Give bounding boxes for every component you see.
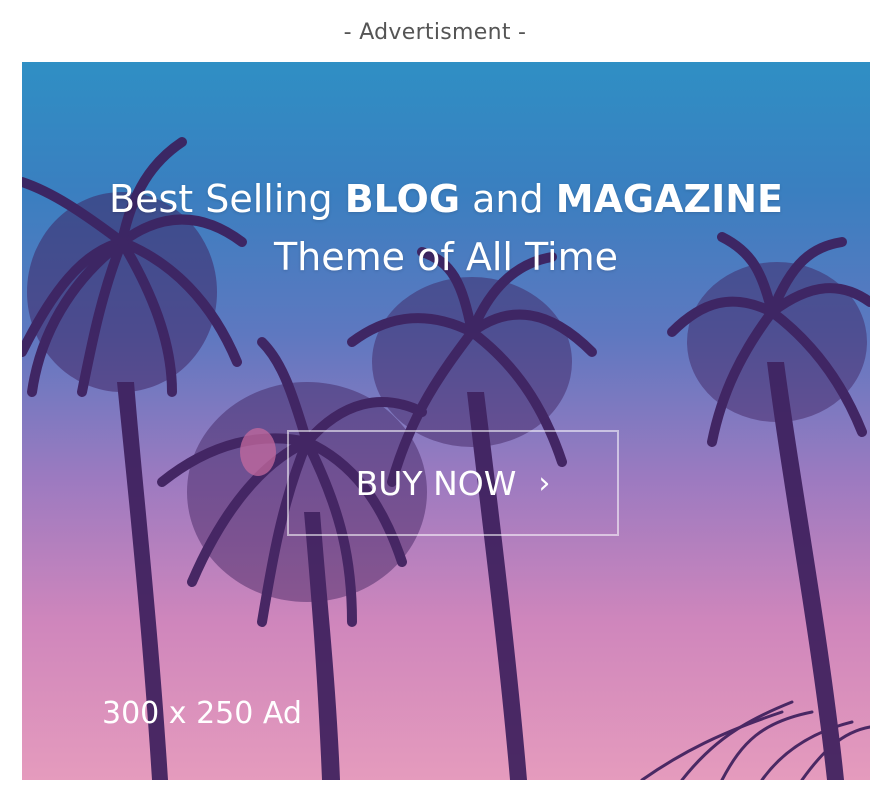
headline-line-1: Best Selling BLOG and MAGAZINE: [22, 170, 870, 228]
headline-text-1: Best Selling: [109, 177, 345, 221]
buy-now-label: BUY NOW: [355, 463, 517, 503]
advertisement-label: - Advertisment -: [343, 20, 527, 45]
buy-now-button[interactable]: BUY NOW ›: [287, 430, 619, 536]
chevron-right-icon: ›: [538, 465, 551, 501]
headline-line-2: Theme of All Time: [273, 235, 619, 279]
headline-text-2: and: [460, 177, 556, 221]
ad-headline: Best Selling BLOG and MAGAZINE Theme of …: [22, 170, 870, 286]
headline-bold-blog: BLOG: [344, 177, 461, 221]
ad-banner[interactable]: Best Selling BLOG and MAGAZINE Theme of …: [22, 62, 870, 780]
ad-size-note: 300 x 250 Ad: [102, 696, 302, 731]
headline-bold-magazine: MAGAZINE: [555, 177, 783, 221]
